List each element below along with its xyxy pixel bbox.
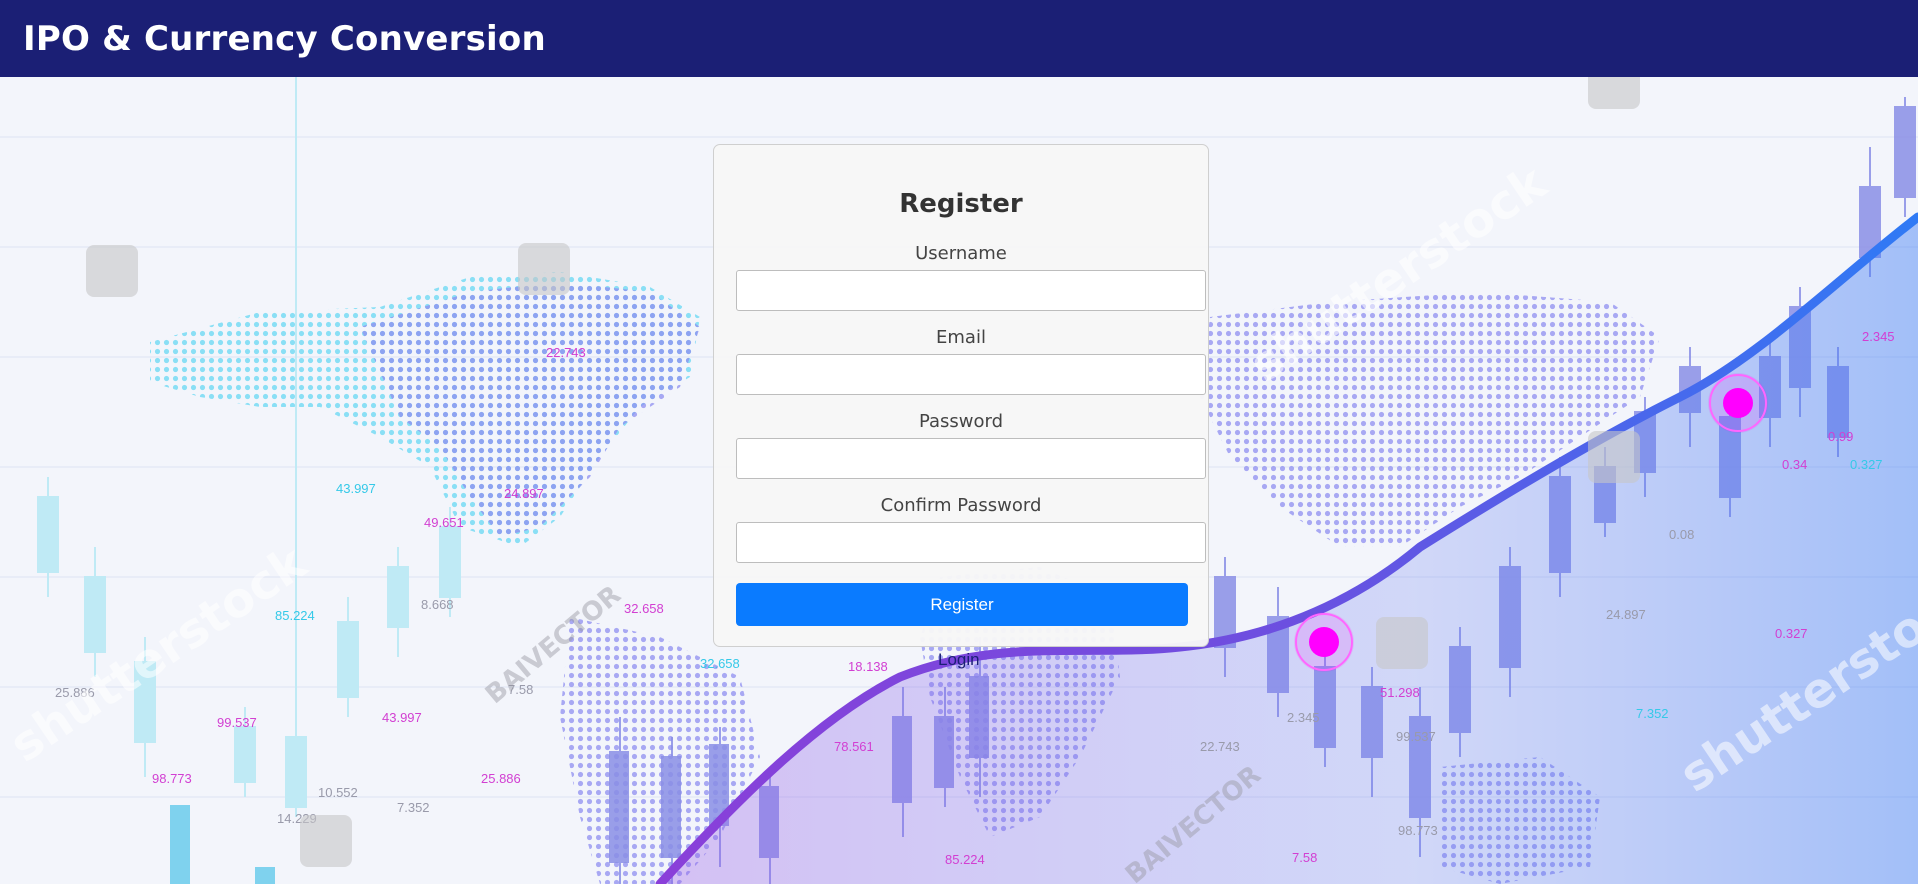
svg-text:10.552: 10.552: [318, 785, 358, 800]
svg-text:24.897: 24.897: [504, 486, 544, 501]
svg-text:98.773: 98.773: [152, 771, 192, 786]
svg-text:18.138: 18.138: [848, 659, 888, 674]
username-input[interactable]: [736, 270, 1206, 311]
svg-text:2.345: 2.345: [1287, 710, 1320, 725]
app-title: IPO & Currency Conversion: [23, 18, 546, 59]
svg-text:49.651: 49.651: [424, 515, 464, 530]
svg-text:7.58: 7.58: [1292, 850, 1317, 865]
login-link[interactable]: Login: [938, 650, 980, 670]
svg-text:43.997: 43.997: [382, 710, 422, 725]
svg-text:2.345: 2.345: [1862, 329, 1895, 344]
svg-text:22.743: 22.743: [1200, 739, 1240, 754]
svg-text:0.34: 0.34: [1782, 457, 1807, 472]
svg-text:24.897: 24.897: [1606, 607, 1646, 622]
svg-text:0.327: 0.327: [1850, 457, 1883, 472]
svg-text:7.352: 7.352: [1636, 706, 1669, 721]
svg-text:99.537: 99.537: [1396, 729, 1436, 744]
app-header: IPO & Currency Conversion: [0, 0, 1918, 77]
svg-text:7.352: 7.352: [397, 800, 430, 815]
svg-text:78.561: 78.561: [834, 739, 874, 754]
email-label: Email: [936, 327, 986, 348]
password-input[interactable]: [736, 438, 1206, 479]
svg-text:99.537: 99.537: [217, 715, 257, 730]
svg-text:32.658: 32.658: [624, 601, 664, 616]
svg-text:98.773: 98.773: [1398, 823, 1438, 838]
password-label: Password: [918, 411, 1004, 432]
email-input[interactable]: [736, 354, 1206, 395]
svg-text:51.298: 51.298: [1380, 685, 1420, 700]
confirm-password-input[interactable]: [736, 522, 1206, 563]
register-form: Register Username Email Password Confirm…: [713, 144, 1209, 647]
svg-text:0.327: 0.327: [1775, 626, 1808, 641]
svg-text:43.997: 43.997: [336, 481, 376, 496]
register-button[interactable]: Register: [736, 583, 1188, 626]
svg-text:25.886: 25.886: [481, 771, 521, 786]
username-label: Username: [915, 243, 1007, 264]
svg-text:85.224: 85.224: [945, 852, 985, 867]
svg-text:22.743: 22.743: [546, 345, 586, 360]
svg-text:0.99: 0.99: [1828, 429, 1853, 444]
svg-text:8.668: 8.668: [421, 597, 454, 612]
svg-text:0.08: 0.08: [1669, 527, 1694, 542]
svg-text:85.224: 85.224: [275, 608, 315, 623]
confirm-password-label: Confirm Password: [880, 495, 1042, 516]
svg-text:32.658: 32.658: [700, 656, 740, 671]
form-title: Register: [899, 189, 1023, 219]
